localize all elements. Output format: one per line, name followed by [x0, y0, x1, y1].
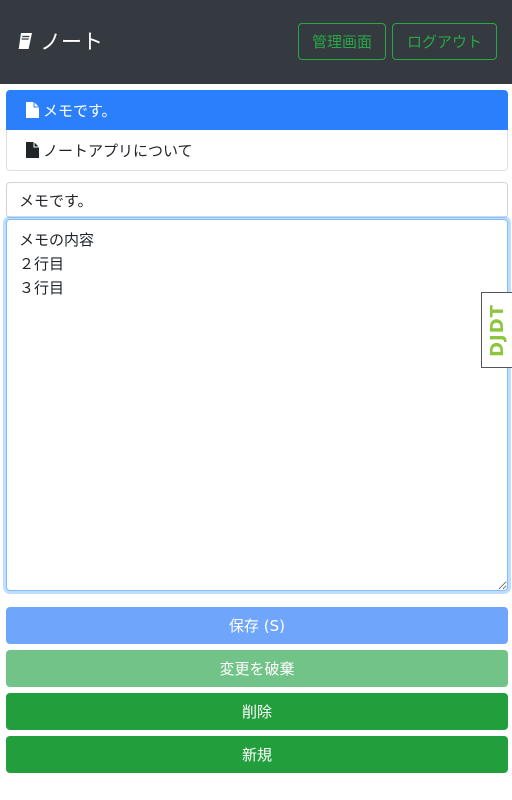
- discard-changes-button[interactable]: 変更を破棄: [6, 650, 508, 687]
- note-title: メモです。: [43, 101, 117, 120]
- top-navbar: ノート 管理画面 ログアウト: [0, 0, 512, 84]
- note-list-item-memo[interactable]: メモです。: [6, 90, 508, 130]
- note-list-item-about[interactable]: ノートアプリについて: [6, 130, 508, 171]
- debug-toolbar-tab[interactable]: DJDT: [481, 292, 512, 368]
- file-icon: [26, 102, 39, 118]
- note-list: メモです。 ノートアプリについて: [6, 90, 508, 171]
- note-content-textarea[interactable]: メモの内容 ２行目 ３行目: [6, 219, 508, 591]
- debug-toolbar-label: DJDT: [486, 303, 508, 357]
- delete-button[interactable]: 削除: [6, 693, 508, 730]
- admin-button[interactable]: 管理画面: [298, 23, 386, 60]
- brand-title: ノート: [40, 30, 103, 54]
- new-note-button[interactable]: 新規: [6, 736, 508, 773]
- file-icon: [26, 142, 39, 158]
- save-button[interactable]: 保存 (S): [6, 607, 508, 644]
- note-title: ノートアプリについて: [43, 141, 193, 160]
- note-title-input[interactable]: [6, 182, 508, 218]
- book-icon: [18, 33, 32, 49]
- logout-button[interactable]: ログアウト: [392, 23, 497, 60]
- brand[interactable]: ノート: [16, 26, 103, 56]
